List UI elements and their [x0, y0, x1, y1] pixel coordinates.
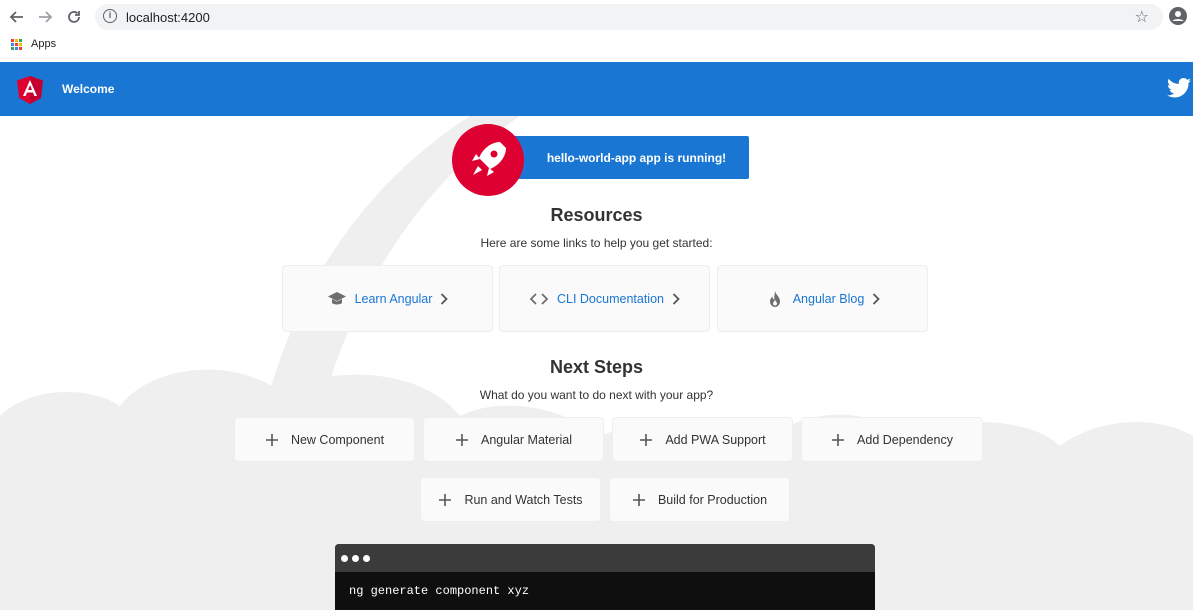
angular-blog-card[interactable]: Angular Blog [717, 265, 928, 332]
reload-icon[interactable] [63, 6, 85, 28]
app-toolbar: Welcome [0, 62, 1193, 116]
account-circle-icon[interactable] [1169, 7, 1187, 25]
card-label: Add Dependency [857, 432, 953, 447]
terminal-dot [341, 555, 348, 562]
build-for-production-card[interactable]: Build for Production [609, 477, 790, 522]
add-dependency-card[interactable]: Add Dependency [801, 417, 983, 462]
running-message: hello-world-app app is running! [498, 136, 749, 179]
running-banner: hello-world-app app is running! [452, 124, 749, 196]
main-content: hello-world-app app is running! Resource… [0, 116, 1193, 610]
card-label: Add PWA Support [665, 432, 766, 447]
card-label: Build for Production [657, 492, 768, 507]
twitter-icon[interactable] [1167, 77, 1191, 99]
angular-logo-icon [17, 76, 43, 104]
next-steps-subtitle: What do you want to do next with your ap… [479, 388, 714, 402]
card-label: Angular Material [480, 432, 572, 447]
apps-bookmark[interactable]: Apps [31, 38, 56, 50]
card-label: Learn Angular [354, 291, 433, 306]
arrow-right-icon[interactable] [34, 6, 56, 28]
chevron-right-icon [672, 292, 680, 305]
run-and-watch-tests-card[interactable]: Run and Watch Tests [420, 477, 601, 522]
card-label: CLI Documentation [556, 291, 664, 306]
terminal-dot [352, 555, 359, 562]
graduation-cap-icon [327, 291, 346, 304]
flame-icon [769, 290, 780, 307]
cli-documentation-card[interactable]: CLI Documentation [499, 265, 710, 332]
info-icon[interactable]: i [103, 9, 117, 23]
plus-icon [439, 493, 452, 506]
terminal: ng generate component xyz [335, 544, 875, 610]
card-label: Run and Watch Tests [464, 492, 583, 507]
next-steps-heading: Next Steps [549, 357, 644, 377]
plus-icon [632, 493, 645, 506]
chevron-right-icon [873, 292, 881, 305]
learn-angular-card[interactable]: Learn Angular [282, 265, 493, 332]
terminal-command: ng generate component xyz [349, 584, 530, 598]
address-bar[interactable]: i localhost:4200 ☆ [95, 4, 1163, 30]
apps-grid-icon[interactable] [11, 39, 22, 50]
terminal-titlebar [335, 544, 875, 572]
plus-icon [455, 433, 468, 446]
toolbar-title: Welcome [62, 82, 115, 96]
terminal-dot [363, 555, 370, 562]
chevron-right-icon [441, 292, 449, 305]
bookmarks-bar [0, 34, 1193, 62]
plus-icon [640, 433, 653, 446]
new-component-card[interactable]: New Component [234, 417, 415, 462]
angular-material-card[interactable]: Angular Material [423, 417, 604, 462]
code-brackets-icon [529, 292, 549, 305]
card-label: New Component [290, 432, 385, 447]
star-icon[interactable]: ☆ [1135, 7, 1149, 27]
card-label: Angular Blog [792, 291, 865, 306]
rocket-badge [452, 124, 524, 196]
plus-icon [832, 433, 845, 446]
plus-icon [265, 433, 278, 446]
resources-heading: Resources [550, 205, 643, 225]
arrow-left-icon[interactable] [6, 6, 28, 28]
url-text: localhost:4200 [126, 10, 210, 25]
browser-toolbar: i localhost:4200 ☆ [0, 0, 1193, 34]
add-pwa-support-card[interactable]: Add PWA Support [612, 417, 793, 462]
resources-subtitle: Here are some links to help you get star… [480, 236, 713, 250]
rocket-icon [472, 142, 506, 176]
